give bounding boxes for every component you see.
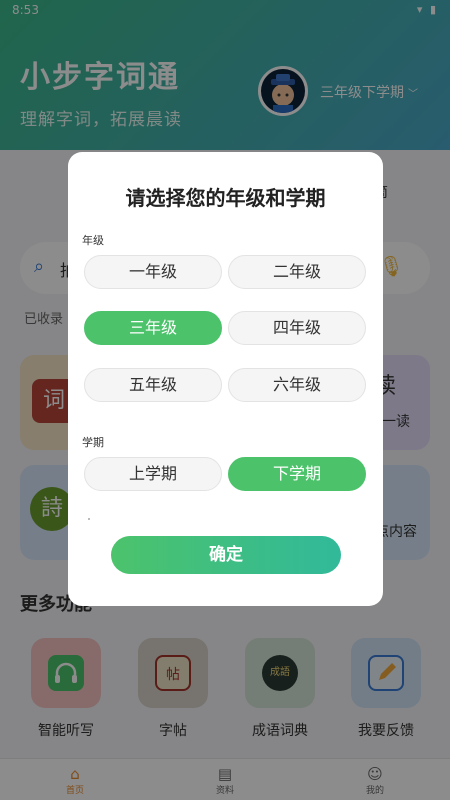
term-section-label: 学期 xyxy=(82,436,104,449)
divider-dot xyxy=(88,518,90,520)
grade-option-1[interactable]: 一年级 xyxy=(84,255,222,289)
grade-option-4[interactable]: 四年级 xyxy=(228,311,366,345)
confirm-button[interactable]: 确定 xyxy=(111,536,341,574)
grade-option-2[interactable]: 二年级 xyxy=(228,255,366,289)
grade-term-dialog: 请选择您的年级和学期 年级 一年级 二年级 三年级 四年级 五年级 六年级 学期… xyxy=(68,152,383,606)
grade-option-6[interactable]: 六年级 xyxy=(228,368,366,402)
grade-option-3[interactable]: 三年级 xyxy=(84,311,222,345)
grade-section-label: 年级 xyxy=(82,234,104,247)
term-option-first[interactable]: 上学期 xyxy=(84,457,222,491)
dialog-title: 请选择您的年级和学期 xyxy=(125,186,326,210)
term-option-second[interactable]: 下学期 xyxy=(228,457,366,491)
grade-option-5[interactable]: 五年级 xyxy=(84,368,222,402)
